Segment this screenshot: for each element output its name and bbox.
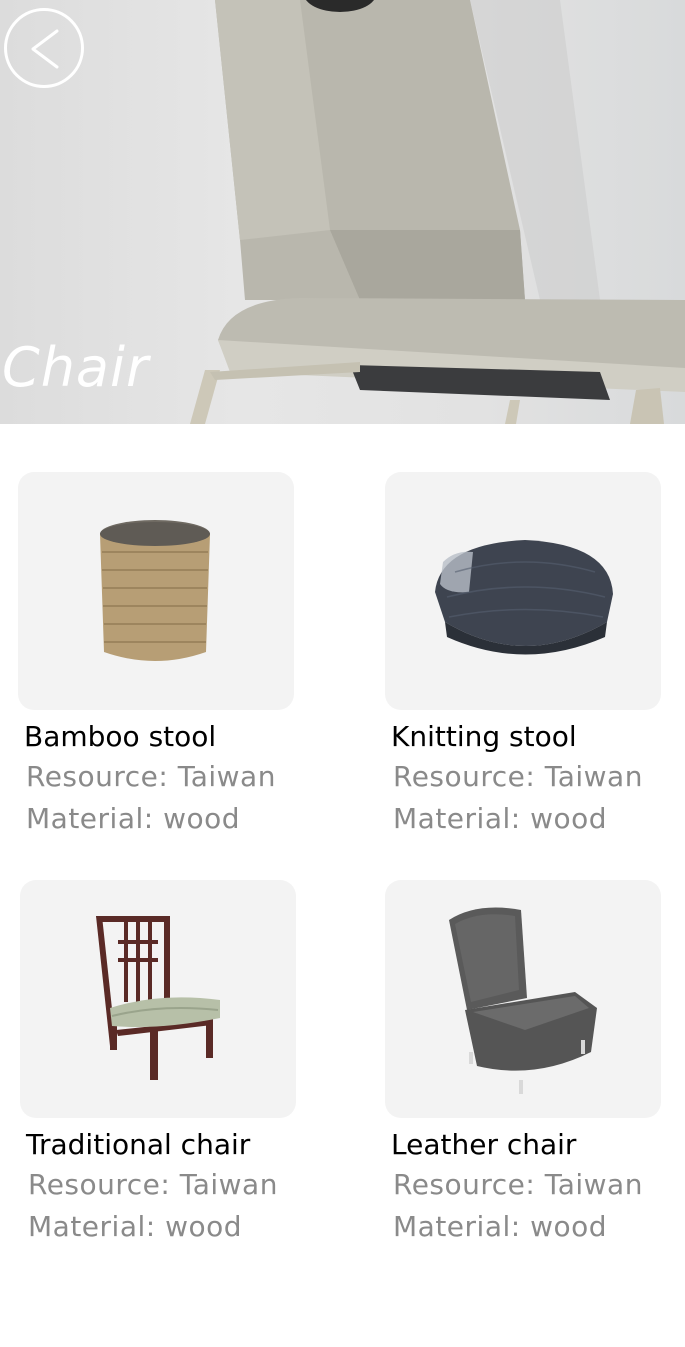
product-name: Leather chair (391, 1128, 577, 1161)
product-image[interactable] (18, 472, 294, 710)
product-name: Traditional chair (26, 1128, 251, 1161)
product-image[interactable] (385, 472, 661, 710)
leather-chair-image (449, 907, 597, 1094)
product-resource: Resource: Taiwan (393, 1168, 643, 1201)
knitting-stool-image (435, 540, 613, 655)
product-material: Material: wood (393, 802, 608, 835)
product-image[interactable] (20, 880, 296, 1118)
product-material: Material: wood (26, 802, 241, 835)
back-button[interactable] (4, 8, 84, 88)
product-resource: Resource: Taiwan (393, 760, 643, 793)
bamboo-stool-image (100, 520, 210, 661)
page-title: Chair (2, 336, 150, 399)
chevron-left-icon (31, 29, 59, 69)
product-image[interactable] (385, 880, 661, 1118)
product-material: Material: wood (28, 1210, 243, 1243)
product-name: Bamboo stool (24, 720, 217, 753)
product-name: Knitting stool (391, 720, 577, 753)
product-resource: Resource: Taiwan (26, 760, 276, 793)
product-material: Material: wood (393, 1210, 608, 1243)
hero-banner: Chair (0, 0, 685, 424)
traditional-chair-image (96, 916, 220, 1080)
product-resource: Resource: Taiwan (28, 1168, 278, 1201)
